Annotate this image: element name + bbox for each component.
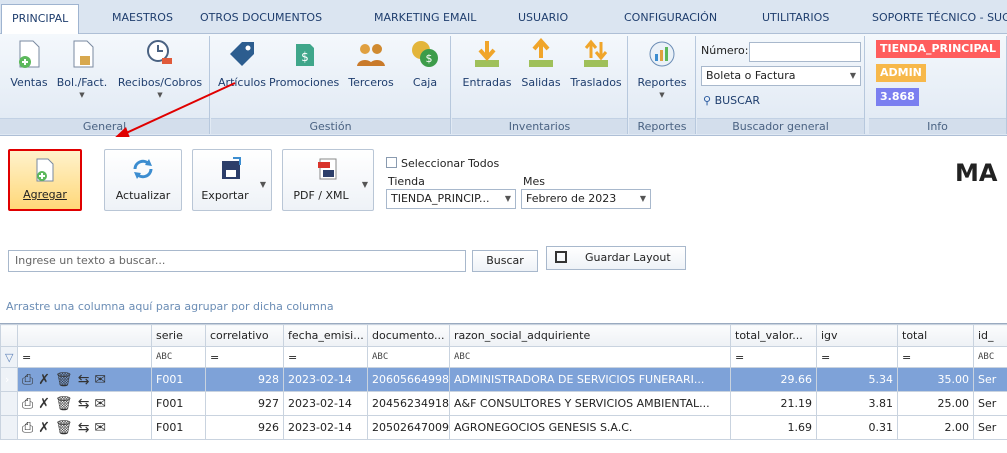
chevron-down-icon: ▼ xyxy=(361,180,368,189)
column-header-documento[interactable]: documento... xyxy=(367,324,450,347)
cell-id: Ser xyxy=(973,367,1007,392)
chevron-down-icon: ▼ xyxy=(259,180,266,189)
table-row[interactable]: ⎙✗🗑⇆✉ F001 926 2023-02-14 20502647009 AG… xyxy=(0,415,1007,440)
select-all-checkbox[interactable]: Seleccionar Todos xyxy=(386,157,499,170)
cell-razon-social: A&F CONSULTORES Y SERVICIOS AMBIENTAL... xyxy=(449,391,731,416)
agregar-button[interactable]: Agregar xyxy=(8,149,82,211)
cell-fecha: 2023-02-14 xyxy=(283,391,368,416)
chevron-down-icon: ▼ xyxy=(504,194,511,203)
row-indicator xyxy=(0,415,18,440)
cell-serie: F001 xyxy=(151,391,206,416)
cell-igv: 0.31 xyxy=(816,415,898,440)
pdf-xml-label: PDF / XML xyxy=(293,189,349,202)
refresh-icon xyxy=(133,159,153,179)
filter-cell-razon[interactable]: ABC xyxy=(449,346,731,368)
column-header-total-valor[interactable]: total_valor... xyxy=(730,324,817,347)
cell-serie: F001 xyxy=(151,367,206,392)
select-all-label: Seleccionar Todos xyxy=(401,157,500,170)
column-header-id[interactable]: id_ xyxy=(973,324,1007,347)
actualizar-label: Actualizar xyxy=(115,189,171,202)
cell-fecha: 2023-02-14 xyxy=(283,367,368,392)
cell-razon-social: ADMINISTRADORA DE SERVICIOS FUNERARI... xyxy=(449,367,731,392)
checkbox-icon xyxy=(386,157,397,168)
actions-header xyxy=(17,324,152,347)
filter-cell-documento[interactable]: ABC xyxy=(367,346,450,368)
pdf-icon xyxy=(318,158,337,180)
guardar-layout-button[interactable]: Guardar Layout xyxy=(546,246,686,270)
cell-fecha: 2023-02-14 xyxy=(283,415,368,440)
chevron-down-icon: ▼ xyxy=(639,194,646,203)
buscar-button[interactable]: Buscar xyxy=(472,250,538,272)
cell-documento: 20456234918 xyxy=(367,391,450,416)
page-title: MA xyxy=(955,159,998,187)
row-actions: ⎙✗🗑⇆✉ xyxy=(17,367,152,392)
search-input[interactable]: Ingrese un texto a buscar... xyxy=(8,250,466,272)
grid-header-row: serie correlativo fecha_emisi... documen… xyxy=(0,324,1007,347)
cell-igv: 5.34 xyxy=(816,367,898,392)
save-export-icon xyxy=(222,157,241,179)
exportar-label: Exportar xyxy=(201,189,249,202)
filter-cell-id[interactable]: ABC xyxy=(973,346,1007,368)
cell-total: 35.00 xyxy=(897,367,974,392)
cell-id: Ser xyxy=(973,391,1007,416)
table-row[interactable]: ⎙✗🗑⇆✉ F001 927 2023-02-14 20456234918 A&… xyxy=(0,391,1007,416)
column-header-fecha-emision[interactable]: fecha_emisi... xyxy=(283,324,368,347)
tienda-value: TIENDA_PRINCIP... xyxy=(391,192,490,205)
cell-total: 25.00 xyxy=(897,391,974,416)
row-action-icons[interactable]: ⎙✗🗑⇆✉ xyxy=(22,372,111,388)
cell-total-valor: 21.19 xyxy=(730,391,817,416)
row-actions: ⎙✗🗑⇆✉ xyxy=(17,415,152,440)
column-header-correlativo[interactable]: correlativo xyxy=(205,324,284,347)
cell-razon-social: AGRONEGOCIOS GENESIS S.A.C. xyxy=(449,415,731,440)
filter-icon: ▽ xyxy=(0,346,18,368)
row-indicator-header xyxy=(0,324,18,347)
filter-cell-total-valor[interactable]: = xyxy=(730,346,817,368)
agregar-label: Agregar xyxy=(23,188,67,201)
actualizar-button[interactable]: Actualizar xyxy=(104,149,182,211)
cell-correlativo: 927 xyxy=(205,391,284,416)
cell-total-valor: 1.69 xyxy=(730,415,817,440)
current-row-indicator-icon: › xyxy=(0,367,18,392)
cell-documento: 20605664998 xyxy=(367,367,450,392)
mes-label: Mes xyxy=(523,175,545,188)
document-toolbar: Agregar Actualizar Exportar ▼ PDF / XML … xyxy=(0,137,1007,215)
mes-value: Febrero de 2023 xyxy=(526,192,617,205)
floppy-disk-icon xyxy=(555,251,567,263)
mes-select[interactable]: Febrero de 2023 ▼ xyxy=(521,189,651,209)
cell-total-valor: 29.66 xyxy=(730,367,817,392)
column-header-razon-social[interactable]: razon_social_adquiriente xyxy=(449,324,731,347)
row-actions: ⎙✗🗑⇆✉ xyxy=(17,391,152,416)
filter-cell-igv[interactable]: = xyxy=(816,346,898,368)
exportar-button[interactable]: Exportar ▼ xyxy=(192,149,272,211)
guardar-layout-label: Guardar Layout xyxy=(585,251,671,264)
table-row[interactable]: › ⎙✗🗑⇆✉ F001 928 2023-02-14 20605664998 … xyxy=(0,367,1007,392)
row-action-icons[interactable]: ⎙✗🗑⇆✉ xyxy=(22,420,111,436)
filter-cell-serie[interactable]: ABC xyxy=(151,346,206,368)
row-action-icons[interactable]: ⎙✗🗑⇆✉ xyxy=(22,396,111,412)
row-indicator xyxy=(0,391,18,416)
group-by-hint: Arrastre una columna aquí para agrupar p… xyxy=(6,300,334,313)
new-document-icon xyxy=(36,158,54,182)
cell-igv: 3.81 xyxy=(816,391,898,416)
search-placeholder: Ingrese un texto a buscar... xyxy=(15,254,166,267)
cell-id: Ser xyxy=(973,415,1007,440)
documents-grid: serie correlativo fecha_emisi... documen… xyxy=(0,323,1007,453)
filter-cell-correlativo[interactable]: = xyxy=(205,346,284,368)
search-bar: Ingrese un texto a buscar... Buscar Guar… xyxy=(0,240,1007,276)
cell-serie: F001 xyxy=(151,415,206,440)
filter-cell-total[interactable]: = xyxy=(897,346,974,368)
filter-cell-actions[interactable]: = xyxy=(17,346,152,368)
tienda-label: Tienda xyxy=(388,175,425,188)
filter-cell-fecha[interactable]: = xyxy=(283,346,368,368)
pdf-xml-button[interactable]: PDF / XML ▼ xyxy=(282,149,374,211)
cell-correlativo: 926 xyxy=(205,415,284,440)
cell-correlativo: 928 xyxy=(205,367,284,392)
cell-total: 2.00 xyxy=(897,415,974,440)
column-header-serie[interactable]: serie xyxy=(151,324,206,347)
cell-documento: 20502647009 xyxy=(367,415,450,440)
column-header-igv[interactable]: igv xyxy=(816,324,898,347)
filter-row: ▽ = ABC = = ABC ABC = = = ABC xyxy=(0,346,1007,368)
column-header-total[interactable]: total xyxy=(897,324,974,347)
tienda-select[interactable]: TIENDA_PRINCIP... ▼ xyxy=(386,189,516,209)
